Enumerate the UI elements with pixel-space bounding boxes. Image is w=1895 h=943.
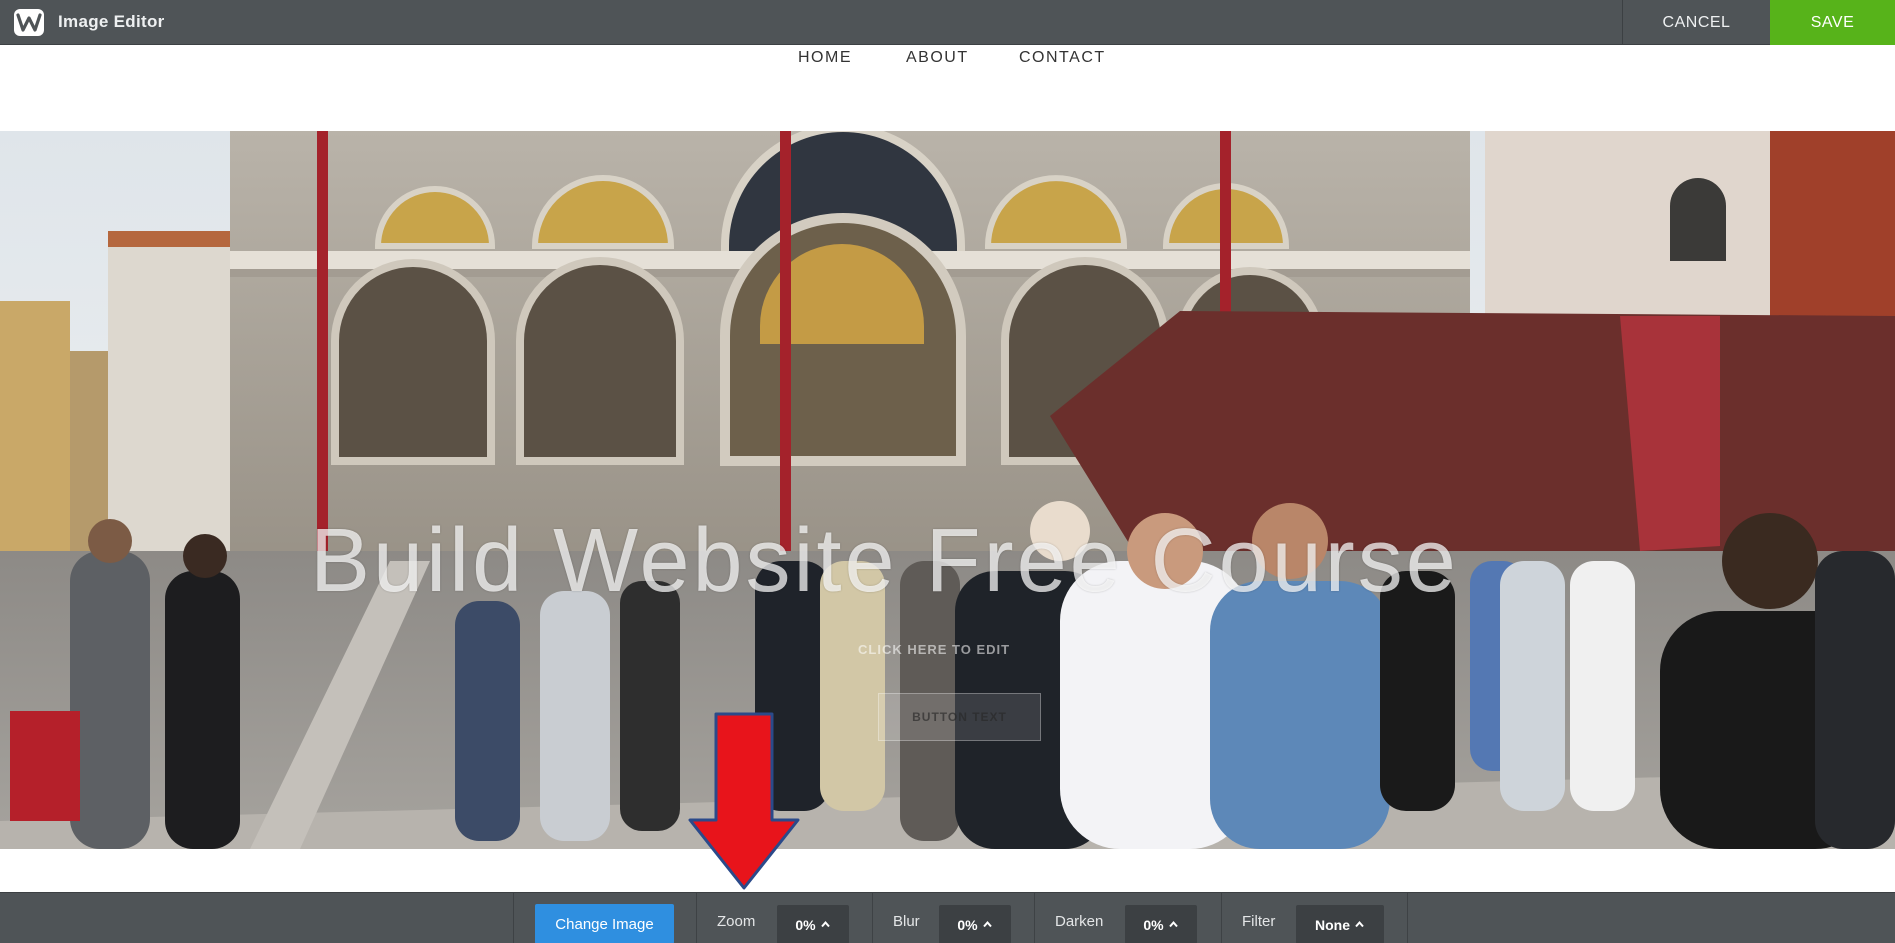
chevron-up-icon (1168, 920, 1178, 928)
zoom-dropdown[interactable]: 0% (777, 905, 849, 943)
site-navigation: HOME ABOUT CONTACT (0, 49, 1895, 69)
cancel-button[interactable]: CANCEL (1622, 0, 1770, 45)
red-down-arrow-icon (688, 712, 800, 890)
hero-button[interactable]: BUTTON TEXT (878, 693, 1041, 741)
change-image-button[interactable]: Change Image (535, 904, 674, 943)
zoom-value: 0% (795, 916, 816, 933)
darken-dropdown[interactable]: 0% (1125, 905, 1197, 943)
nav-item-home[interactable]: HOME (798, 49, 852, 67)
nav-item-contact[interactable]: CONTACT (1019, 49, 1106, 67)
hero-photo (0, 131, 1895, 849)
save-button[interactable]: SAVE (1770, 0, 1895, 45)
filter-dropdown[interactable]: None (1296, 905, 1384, 943)
toolbar-divider (696, 893, 697, 943)
toolbar-divider (1221, 893, 1222, 943)
chevron-up-icon (1355, 920, 1364, 928)
filter-value: None (1315, 916, 1350, 933)
toolbar-divider (872, 893, 873, 943)
chevron-up-icon (820, 920, 830, 928)
hero-heading[interactable]: Build Website Free Course (310, 510, 1610, 613)
toolbar-divider (1407, 893, 1408, 943)
toolbar-divider (513, 893, 514, 943)
blur-label: Blur (893, 913, 920, 930)
zoom-label: Zoom (717, 913, 756, 930)
chevron-up-icon (982, 920, 992, 928)
weebly-logo-icon (14, 9, 44, 36)
darken-label: Darken (1055, 913, 1104, 930)
blur-value: 0% (957, 916, 978, 933)
editor-top-bar: Image Editor CANCEL SAVE (0, 0, 1895, 45)
image-toolbar: Change Image Zoom 0% Blur 0% Darken 0% F… (0, 892, 1895, 943)
click-to-edit-hint: CLICK HERE TO EDIT (858, 642, 1011, 657)
nav-item-about[interactable]: ABOUT (906, 49, 969, 67)
blur-dropdown[interactable]: 0% (939, 905, 1011, 943)
filter-label: Filter (1242, 913, 1276, 930)
toolbar-divider (1034, 893, 1035, 943)
hero-image[interactable]: Build Website Free Course CLICK HERE TO … (0, 131, 1895, 849)
image-editor-window: Image Editor CANCEL SAVE HOME ABOUT CONT… (0, 0, 1895, 943)
darken-value: 0% (1143, 916, 1164, 933)
app-title: Image Editor (58, 12, 165, 31)
